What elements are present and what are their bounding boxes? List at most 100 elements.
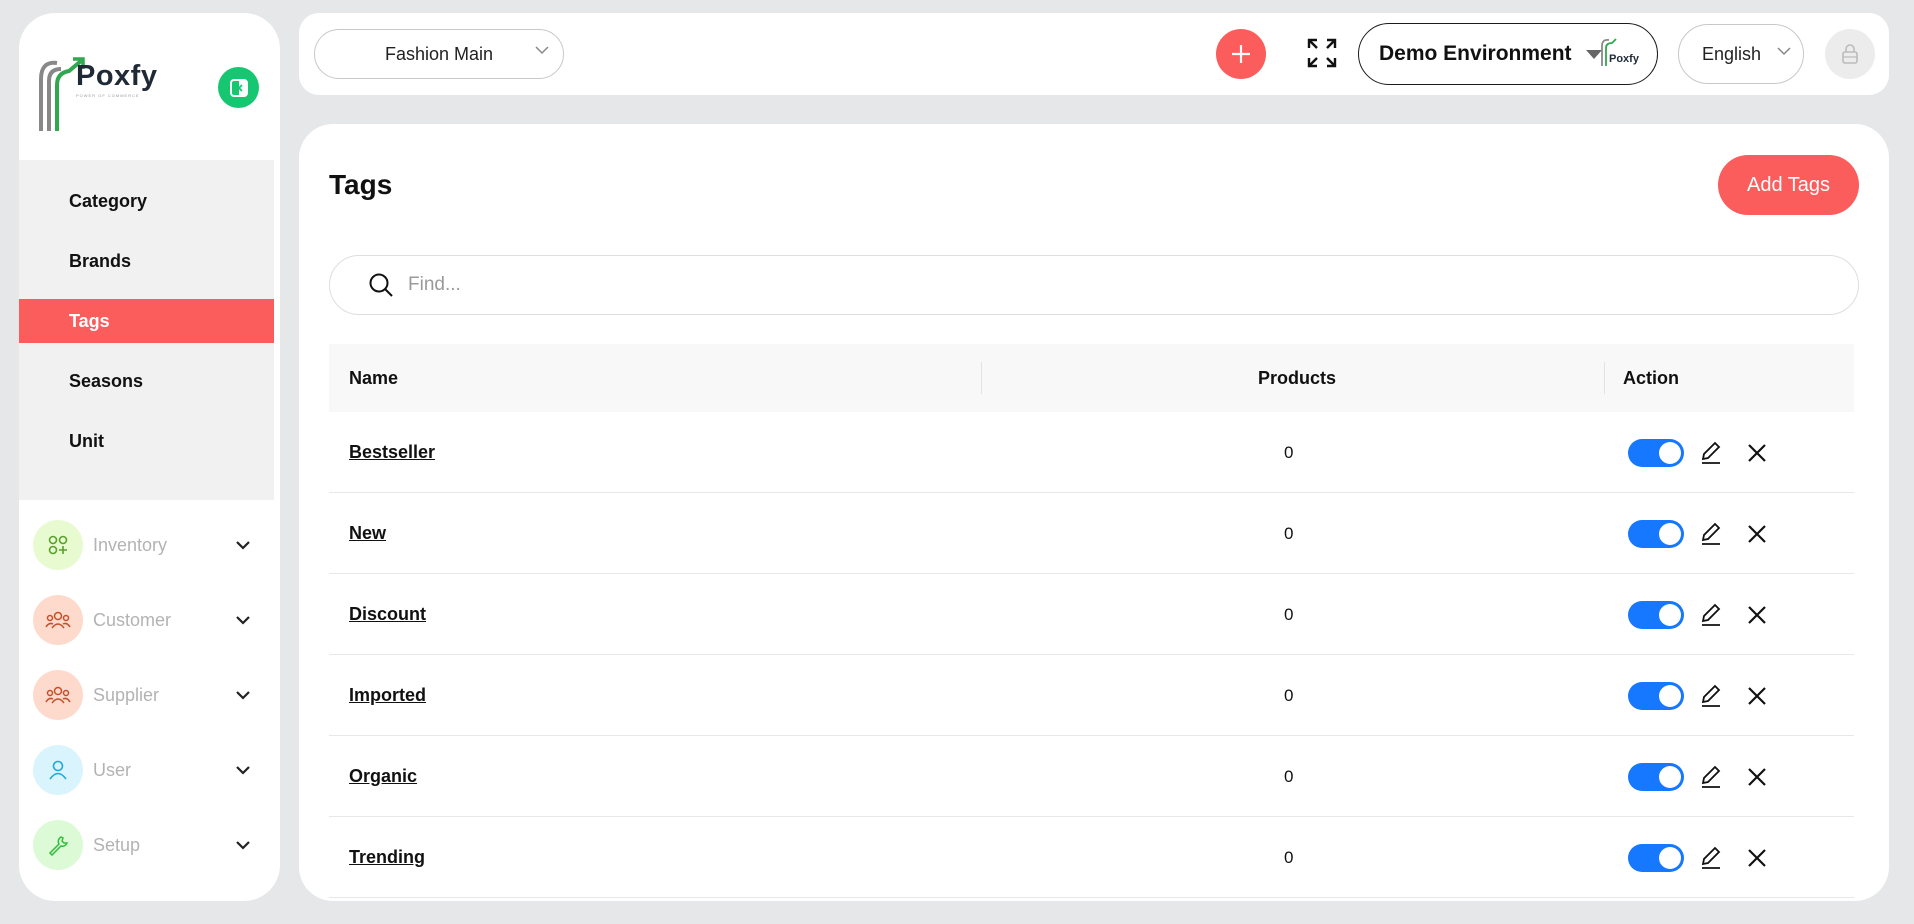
- lock-icon: [1842, 44, 1858, 64]
- submenu-label: Brands: [69, 250, 132, 271]
- sidebar-toggle-icon: [229, 78, 248, 97]
- table-header: Name Products Action: [329, 344, 1854, 412]
- edit-icon[interactable]: [1697, 439, 1725, 467]
- nav-item-supplier[interactable]: Supplier: [33, 670, 263, 720]
- nav-label: Supplier: [93, 684, 160, 705]
- nav-label: Setup: [93, 834, 141, 855]
- language-select-value: English: [1702, 43, 1762, 64]
- tag-name-link[interactable]: Organic: [349, 766, 417, 787]
- tag-products-count: 0: [1284, 767, 1294, 786]
- tags-panel: Tags Add Tags Name Products Action Bests…: [299, 124, 1889, 901]
- tag-name-link[interactable]: Discount: [349, 604, 426, 625]
- table-row: New 0: [329, 493, 1854, 574]
- edit-icon[interactable]: [1697, 682, 1725, 710]
- inventory-icon: [33, 520, 83, 570]
- submenu-label: Seasons: [69, 370, 144, 391]
- quick-add-button[interactable]: [1216, 29, 1266, 79]
- lock-button[interactable]: [1825, 29, 1875, 79]
- tag-products-count: 0: [1284, 686, 1294, 705]
- store-select-value: Fashion Main: [384, 43, 494, 64]
- submenu-item-unit[interactable]: Unit: [19, 419, 274, 463]
- environment-select[interactable]: Demo Environment Poxfy: [1358, 23, 1658, 85]
- chevron-down-icon: [231, 608, 255, 632]
- store-select[interactable]: Fashion Main: [314, 29, 564, 79]
- toggle-knob: [1659, 766, 1681, 788]
- toggle-knob: [1659, 847, 1681, 869]
- tags-table: Name Products Action Bestseller 0 New 0 Disc…: [329, 344, 1854, 898]
- submenu-label: Unit: [69, 430, 104, 451]
- tag-products-count: 0: [1284, 605, 1294, 624]
- environment-logo: Poxfy: [1599, 36, 1643, 72]
- edit-icon[interactable]: [1697, 520, 1725, 548]
- delete-icon[interactable]: [1743, 601, 1771, 629]
- toggle-knob: [1659, 604, 1681, 626]
- submenu-label: Tags: [69, 310, 110, 331]
- column-header-action: Action: [1623, 367, 1679, 388]
- tag-status-toggle[interactable]: [1628, 682, 1684, 710]
- sidebar: Poxfy POWER OF COMMERCE Category Brands …: [19, 13, 280, 901]
- table-row: Organic 0: [329, 736, 1854, 817]
- table-row: Bestseller 0: [329, 412, 1854, 493]
- chevron-down-icon: [535, 46, 549, 55]
- toggle-knob: [1659, 442, 1681, 464]
- delete-icon[interactable]: [1743, 439, 1771, 467]
- nav-label: Inventory: [93, 534, 168, 555]
- table-row: Trending 0: [329, 817, 1854, 898]
- submenu-item-category[interactable]: Category: [19, 179, 274, 223]
- column-header-products[interactable]: Products: [1258, 368, 1336, 389]
- search-bar[interactable]: [329, 255, 1859, 315]
- chevron-down-icon: [231, 833, 255, 857]
- language-select[interactable]: English: [1678, 24, 1804, 84]
- fullscreen-icon: [1307, 38, 1337, 68]
- submenu-item-tags[interactable]: Tags: [19, 299, 274, 343]
- brand-name: Poxfy: [76, 60, 158, 92]
- tag-products-count: 0: [1284, 443, 1294, 462]
- tag-products-count: 0: [1284, 524, 1294, 543]
- tag-products-count: 0: [1284, 848, 1294, 867]
- delete-icon[interactable]: [1743, 763, 1771, 791]
- tag-name-link[interactable]: Bestseller: [349, 442, 435, 463]
- environment-logo-text: Poxfy: [1609, 53, 1639, 65]
- tag-name-link[interactable]: New: [349, 523, 386, 544]
- nav-item-customer[interactable]: Customer: [33, 595, 263, 645]
- supplier-icon: [33, 670, 83, 720]
- products-submenu: Category Brands Tags Seasons Unit: [19, 160, 274, 500]
- table-row: Discount 0: [329, 574, 1854, 655]
- fullscreen-button[interactable]: [1302, 33, 1342, 73]
- tag-name-link[interactable]: Imported: [349, 685, 426, 706]
- table-body: Bestseller 0 New 0 Discount 0 Imported 0 Organic…: [329, 412, 1854, 898]
- submenu-label: Category: [69, 190, 148, 211]
- tag-status-toggle[interactable]: [1628, 844, 1684, 872]
- nav-item-inventory[interactable]: Inventory: [33, 520, 263, 570]
- top-bar: Fashion Main Demo Environment Poxfy Engl…: [299, 13, 1889, 95]
- sidebar-toggle-button[interactable]: [218, 67, 259, 108]
- column-header-name[interactable]: Name: [349, 368, 398, 389]
- delete-icon[interactable]: [1743, 520, 1771, 548]
- edit-icon[interactable]: [1697, 844, 1725, 872]
- delete-icon[interactable]: [1743, 682, 1771, 710]
- environment-select-value: Demo Environment: [1379, 42, 1572, 65]
- chevron-down-icon: [231, 683, 255, 707]
- tag-status-toggle[interactable]: [1628, 763, 1684, 791]
- nav-item-setup[interactable]: Setup: [33, 820, 263, 870]
- page-title: Tags: [329, 169, 393, 200]
- nav-item-user[interactable]: User: [33, 745, 263, 795]
- search-icon: [369, 273, 393, 297]
- edit-icon[interactable]: [1697, 601, 1725, 629]
- submenu-item-brands[interactable]: Brands: [19, 239, 274, 283]
- column-divider: [1604, 362, 1605, 394]
- submenu-item-seasons[interactable]: Seasons: [19, 359, 274, 403]
- customer-icon: [33, 595, 83, 645]
- tag-status-toggle[interactable]: [1628, 520, 1684, 548]
- edit-icon[interactable]: [1697, 763, 1725, 791]
- tag-status-toggle[interactable]: [1628, 601, 1684, 629]
- add-tags-button[interactable]: Add Tags: [1718, 155, 1859, 215]
- tag-name-link[interactable]: Trending: [349, 847, 425, 868]
- chevron-down-icon: [231, 758, 255, 782]
- delete-icon[interactable]: [1743, 844, 1771, 872]
- nav-label: User: [93, 759, 132, 780]
- brand-tagline: POWER OF COMMERCE: [76, 93, 140, 98]
- tag-status-toggle[interactable]: [1628, 439, 1684, 467]
- chevron-down-icon: [231, 533, 255, 557]
- search-input[interactable]: [408, 274, 1708, 296]
